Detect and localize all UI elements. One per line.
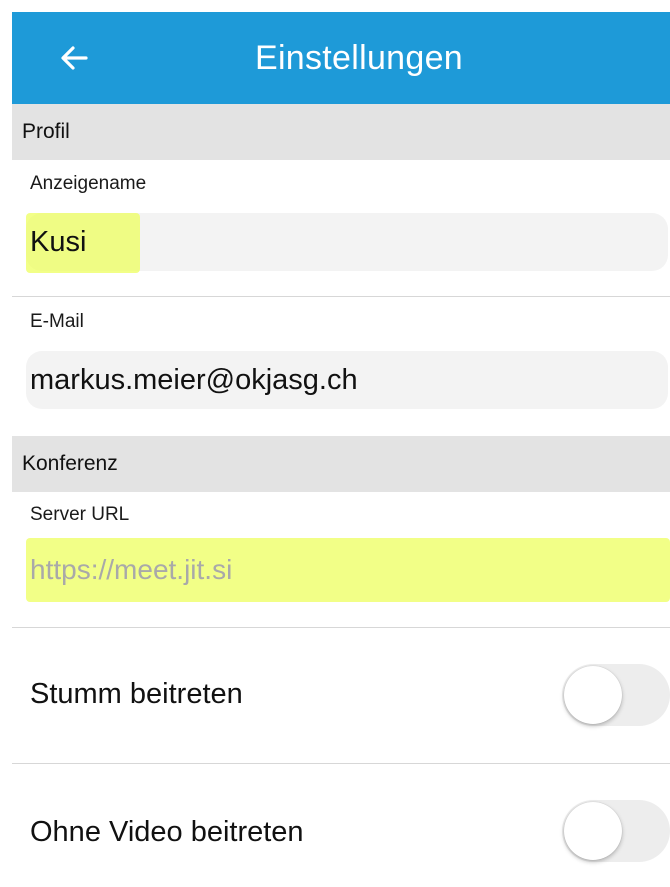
- section-header-conference: Konferenz: [12, 436, 670, 492]
- section-header-profile: Profil: [12, 104, 670, 160]
- toggle-knob: [564, 802, 622, 860]
- server-url-label: Server URL: [30, 504, 130, 525]
- email-input[interactable]: [26, 351, 668, 409]
- join-no-video-toggle[interactable]: [562, 800, 670, 862]
- back-button[interactable]: [50, 34, 98, 82]
- join-no-video-label: Ohne Video beitreten: [30, 816, 304, 848]
- display-name-label: Anzeigename: [30, 173, 147, 194]
- email-label: E-Mail: [30, 311, 84, 332]
- display-name-input[interactable]: [26, 213, 668, 271]
- arrow-left-icon: [61, 46, 88, 70]
- divider: [12, 296, 670, 297]
- server-url-input[interactable]: [26, 541, 668, 599]
- divider: [12, 627, 670, 628]
- app-header: Einstellungen: [12, 12, 670, 104]
- join-muted-toggle[interactable]: [562, 664, 670, 726]
- join-muted-label: Stumm beitreten: [30, 678, 243, 710]
- divider: [12, 763, 670, 764]
- toggle-knob: [564, 666, 622, 724]
- page-title: Einstellungen: [254, 39, 464, 77]
